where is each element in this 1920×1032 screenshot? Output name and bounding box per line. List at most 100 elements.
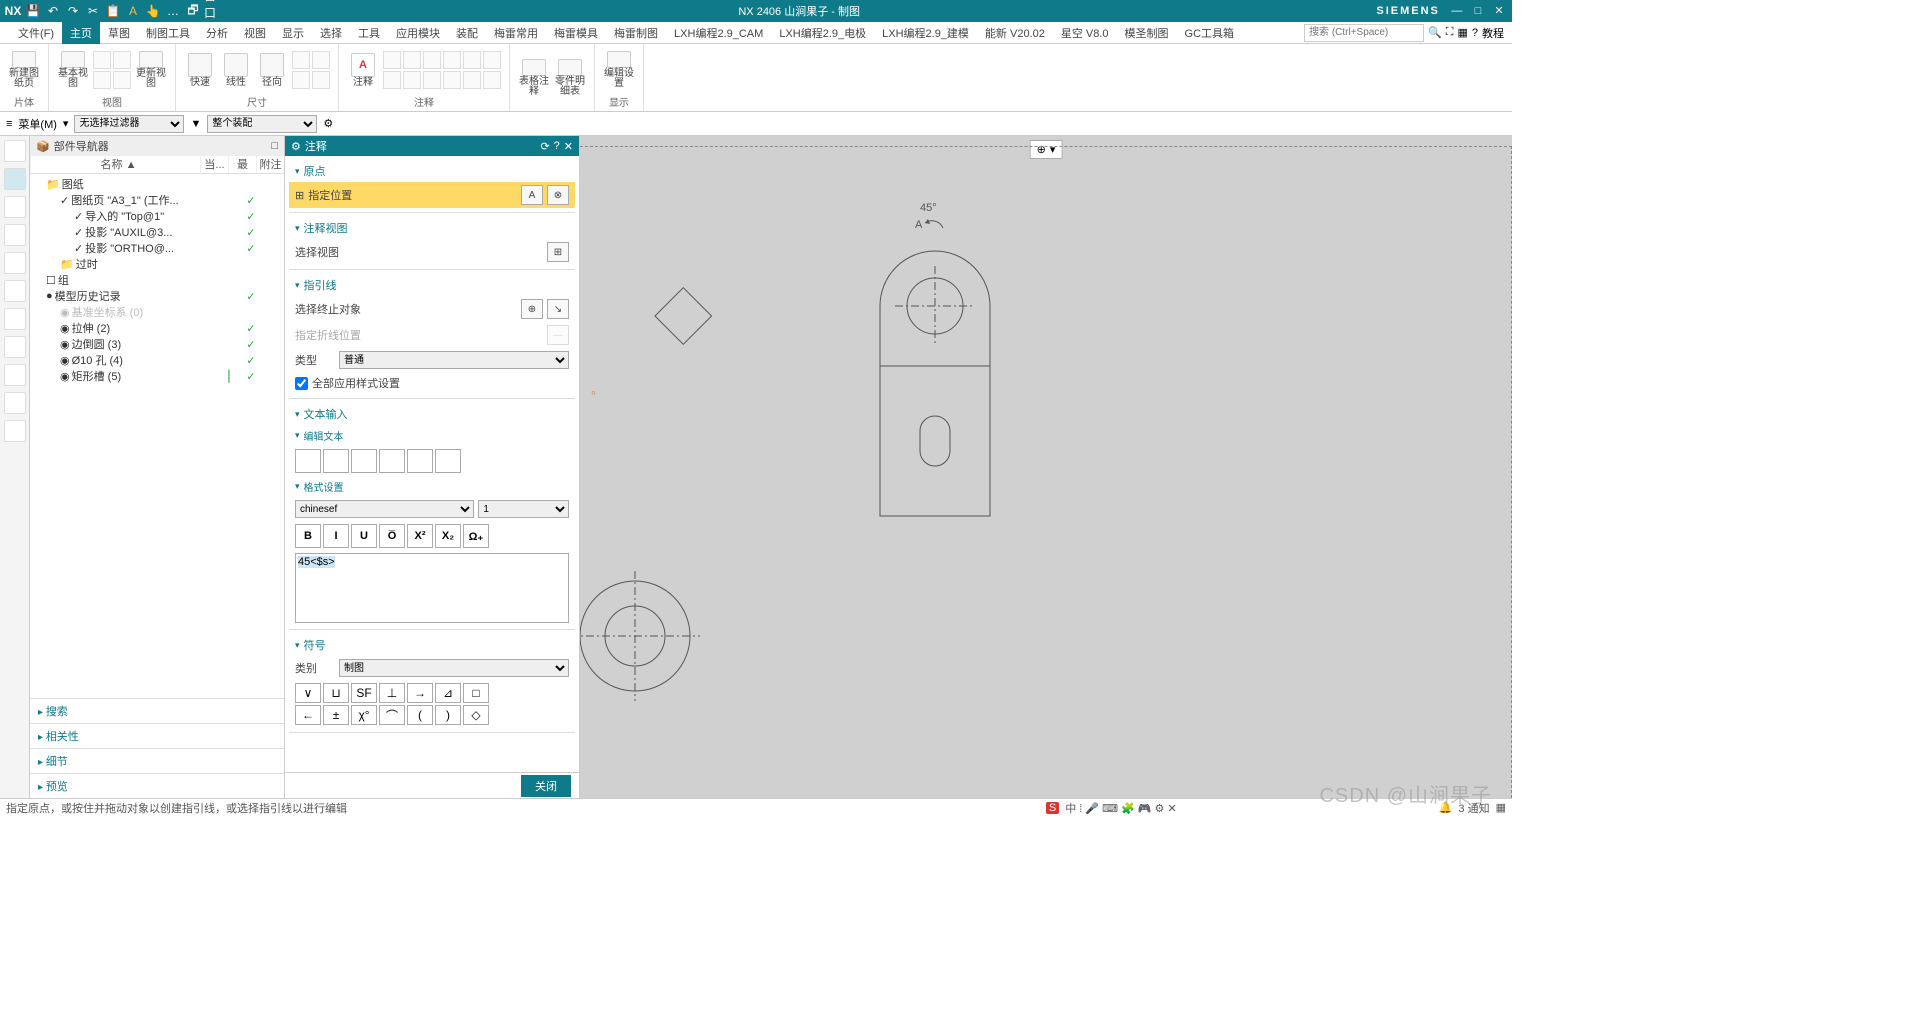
exp-dependency[interactable]: ▸ 相关性 [30, 723, 284, 748]
rb-info-icon[interactable] [4, 308, 26, 330]
menu-lxh1[interactable]: LXH编程2.9_CAM [666, 22, 771, 44]
menu-xk[interactable]: 星空 V8.0 [1053, 22, 1117, 44]
menu-home[interactable]: 主页 [62, 22, 100, 44]
sec-format[interactable]: 格式设置 [289, 476, 575, 497]
filter-select-1[interactable]: 无选择过滤器 [74, 115, 184, 133]
tree-row[interactable]: ◉基准坐标系 (0) [30, 304, 284, 320]
filter-icon[interactable]: ▼ [190, 118, 201, 130]
parts-list-button[interactable]: 零件明细表 [554, 59, 586, 97]
redo-icon[interactable]: ↷ [64, 2, 82, 20]
exp-search[interactable]: ▸ 搜索 [30, 698, 284, 723]
view-icon-3[interactable] [93, 71, 111, 89]
fmt-X²[interactable]: X² [407, 524, 433, 548]
sym-cell[interactable]: ◇ [463, 705, 489, 725]
edit-tb-icon[interactable] [407, 449, 433, 473]
edit-paste-icon[interactable] [379, 449, 405, 473]
tree-row[interactable]: ✓导入的 "Top@1"✓ [30, 208, 284, 224]
size-select[interactable]: 1 [478, 500, 569, 518]
note-button[interactable]: A注释 [347, 51, 379, 89]
menu-lxh3[interactable]: LXH编程2.9_建模 [874, 22, 977, 44]
menu-ml1[interactable]: 梅雷常用 [486, 22, 546, 44]
sym-cell[interactable]: ⌒ [379, 705, 405, 725]
sym-cell[interactable]: ) [435, 705, 461, 725]
tree-row[interactable]: ✓图纸页 "A3_1" (工作...✓ [30, 192, 284, 208]
tree-row[interactable]: ✓投影 "ORTHO@...✓ [30, 240, 284, 256]
col-name[interactable]: 名称 ▲ [30, 156, 200, 173]
notif-count[interactable]: 3 通知 [1458, 800, 1489, 816]
new-sheet-button[interactable]: 新建图纸页 [8, 51, 40, 89]
table-note-button[interactable]: 表格注释 [518, 59, 550, 97]
tree-row[interactable]: ◉Ø10 孔 (4)✓ [30, 352, 284, 368]
rb-bell-icon[interactable] [4, 252, 26, 274]
sym-cell[interactable]: → [407, 683, 433, 703]
undo-icon[interactable]: ↶ [44, 2, 62, 20]
n10[interactable] [443, 71, 461, 89]
row-type[interactable]: 类型普通 [289, 348, 575, 372]
fmt-X₂[interactable]: X₂ [435, 524, 461, 548]
menu-app[interactable]: 应用模块 [388, 22, 448, 44]
row-apply[interactable]: 全部应用样式设置 [289, 372, 575, 394]
menu-assembly[interactable]: 装配 [448, 22, 486, 44]
rb-tool-icon[interactable] [4, 392, 26, 414]
sym-cell[interactable]: ∨ [295, 683, 321, 703]
maximize-icon[interactable]: □ [1469, 2, 1487, 20]
type-select[interactable]: 普通 [339, 351, 569, 369]
dlg-gear-icon[interactable]: ⚙ [291, 140, 301, 153]
n1[interactable] [383, 51, 401, 69]
edit-clear-icon[interactable] [295, 449, 321, 473]
rb-gear-icon[interactable] [4, 140, 26, 162]
fmt-Ω₊[interactable]: Ω₊ [463, 524, 489, 548]
search-input[interactable] [1304, 24, 1424, 42]
row-category[interactable]: 类别制图 [289, 656, 575, 680]
sec-view[interactable]: 注释视图 [289, 217, 575, 239]
fmt-B[interactable]: B [295, 524, 321, 548]
tree-row[interactable]: 📁图纸 [30, 176, 284, 192]
text-input-area[interactable]: 45<$s> [295, 553, 569, 623]
n12[interactable] [483, 71, 501, 89]
filter-opt-icon[interactable]: ⚙ [323, 117, 333, 130]
rb-nav-icon[interactable] [4, 168, 26, 190]
n4[interactable] [443, 51, 461, 69]
menu-file[interactable]: 文件(F) [10, 22, 62, 44]
tree-row[interactable]: ●模型历史记录✓ [30, 288, 284, 304]
pos-btn-x[interactable]: ⊗ [547, 185, 569, 205]
radial-dim-button[interactable]: 径向 [256, 51, 288, 89]
sym-cell[interactable]: SF [351, 683, 377, 703]
n9[interactable] [423, 71, 441, 89]
text-icon[interactable]: A [124, 2, 142, 20]
n3[interactable] [423, 51, 441, 69]
quick-dim-button[interactable]: 快速 [184, 51, 216, 89]
sym-cell[interactable]: ⊔ [323, 683, 349, 703]
copy-icon[interactable]: 📋 [104, 2, 122, 20]
edit-cut-icon[interactable] [323, 449, 349, 473]
tree-row[interactable]: ✓投影 "AUXIL@3...✓ [30, 224, 284, 240]
menu-tools[interactable]: 工具 [350, 22, 388, 44]
menu-toggle[interactable]: ≡ [6, 118, 12, 130]
category-select[interactable]: 制图 [339, 659, 569, 677]
term-plus-btn[interactable]: ⊕ [521, 299, 543, 319]
rb-constraint-icon[interactable] [4, 224, 26, 246]
nav-tree[interactable]: 📁图纸✓图纸页 "A3_1" (工作...✓✓导入的 "Top@1"✓✓投影 "… [30, 174, 284, 698]
base-view-button[interactable]: 基本视图 [57, 51, 89, 89]
sec-symbol[interactable]: 符号 [289, 634, 575, 656]
sym-cell[interactable]: ⊥ [379, 683, 405, 703]
sym-cell[interactable]: ( [407, 705, 433, 725]
n11[interactable] [463, 71, 481, 89]
view-icon-1[interactable] [93, 51, 111, 69]
col-note[interactable]: 附注 [256, 156, 284, 173]
view-icon-2[interactable] [113, 51, 131, 69]
cut-icon[interactable]: ✂ [84, 2, 102, 20]
dim-icon-4[interactable] [312, 71, 330, 89]
dlg-close-icon[interactable]: ✕ [564, 140, 573, 153]
rb-history-icon[interactable] [4, 364, 26, 386]
col-latest[interactable]: 最 [228, 156, 256, 173]
apply-checkbox[interactable] [295, 377, 308, 390]
font-select[interactable]: chinesef [295, 500, 474, 518]
rb-sheet-icon[interactable] [4, 420, 26, 442]
sec-leader[interactable]: 指引线 [289, 274, 575, 296]
edit-dia-icon[interactable] [435, 449, 461, 473]
update-view-button[interactable]: 更新视图 [135, 51, 167, 89]
n6[interactable] [483, 51, 501, 69]
exp-detail[interactable]: ▸ 细节 [30, 748, 284, 773]
ime-text[interactable]: 中 ⁞ 🎤 ⌨ 🧩 🎮 ⚙ ✕ [1065, 800, 1177, 816]
